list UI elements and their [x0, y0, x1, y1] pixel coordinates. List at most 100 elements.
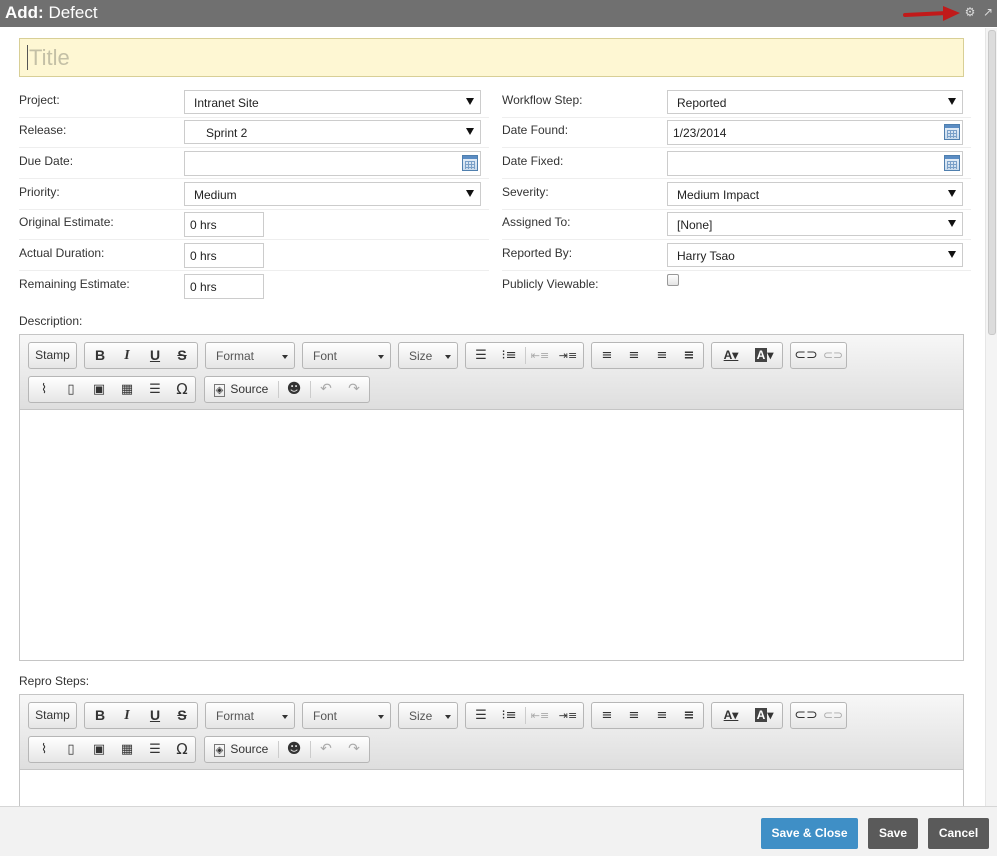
- source-label: Source: [230, 382, 269, 396]
- strike-button[interactable]: S: [169, 703, 195, 728]
- numbered-list-icon[interactable]: ☰: [468, 343, 494, 368]
- popout-arrow-icon[interactable]: ↗: [981, 5, 995, 19]
- page-icon[interactable]: ▯: [58, 737, 84, 762]
- left-select[interactable]: Intranet Site: [184, 90, 481, 114]
- description-body[interactable]: [20, 410, 963, 660]
- strike-button[interactable]: S: [169, 343, 195, 368]
- scrollbar-thumb[interactable]: [988, 30, 996, 335]
- format-dropdown[interactable]: Format: [205, 342, 295, 369]
- unlink-icon[interactable]: ⊂⊃: [820, 343, 846, 368]
- special-char-icon[interactable]: Ω: [169, 737, 195, 762]
- text-color-icon[interactable]: A▾: [716, 703, 746, 728]
- align-left-icon[interactable]: ≡: [594, 703, 620, 728]
- left-hours-input[interactable]: 0 hrs: [184, 274, 264, 299]
- image-icon[interactable]: ▣: [86, 737, 112, 762]
- description-label: Description:: [19, 314, 83, 328]
- left-hours-input[interactable]: 0 hrs: [184, 243, 264, 268]
- table-icon[interactable]: ▦: [114, 737, 140, 762]
- background-color-icon[interactable]: A ▾: [748, 703, 780, 728]
- undo-icon[interactable]: ↶: [313, 377, 339, 402]
- horizontal-rule-icon[interactable]: ☰: [142, 737, 168, 762]
- link-icon[interactable]: ⊂⊃: [793, 703, 819, 728]
- attachment-icon[interactable]: ⌇: [31, 377, 57, 402]
- right-select[interactable]: Reported: [667, 90, 963, 114]
- format-dropdown[interactable]: Format: [205, 702, 295, 729]
- size-dropdown[interactable]: Size: [398, 342, 458, 369]
- size-dropdown[interactable]: Size: [398, 702, 458, 729]
- stamp-button[interactable]: Stamp: [28, 702, 77, 729]
- align-right-icon[interactable]: ≡: [649, 703, 675, 728]
- justify-icon[interactable]: ≡: [676, 343, 702, 368]
- toolbar-separator: [525, 707, 526, 724]
- repro-steps-body[interactable]: [20, 770, 963, 806]
- image-icon[interactable]: ▣: [86, 377, 112, 402]
- font-dropdown[interactable]: Font: [302, 342, 391, 369]
- table-icon[interactable]: ▦: [114, 377, 140, 402]
- insert-group: ⌇ ▯ ▣ ▦ ☰ Ω: [28, 376, 196, 403]
- smiley-icon[interactable]: ☻: [281, 737, 307, 762]
- stamp-button[interactable]: Stamp: [28, 342, 77, 369]
- right-date-input[interactable]: 1/23/2014: [667, 120, 963, 145]
- background-color-icon[interactable]: A ▾: [748, 343, 780, 368]
- outdent-icon[interactable]: ⇤≡: [527, 343, 553, 368]
- publicly-viewable-checkbox[interactable]: [667, 274, 679, 286]
- undo-icon[interactable]: ↶: [313, 737, 339, 762]
- horizontal-rule-icon[interactable]: ☰: [142, 377, 168, 402]
- bold-button[interactable]: B: [87, 343, 113, 368]
- italic-button[interactable]: I: [114, 703, 140, 728]
- page-icon[interactable]: ▯: [58, 377, 84, 402]
- select-value: Intranet Site: [194, 96, 259, 110]
- redo-icon[interactable]: ↷: [341, 377, 367, 402]
- left-date-input[interactable]: [184, 151, 481, 176]
- italic-button[interactable]: I: [114, 343, 140, 368]
- underline-button[interactable]: U: [142, 343, 168, 368]
- smiley-icon[interactable]: ☻: [281, 377, 307, 402]
- justify-icon[interactable]: ≡: [676, 703, 702, 728]
- left-hours-input[interactable]: 0 hrs: [184, 212, 264, 237]
- right-select[interactable]: Medium Impact: [667, 182, 963, 206]
- bold-button[interactable]: B: [87, 703, 113, 728]
- chevron-down-icon: [378, 355, 384, 359]
- vertical-scrollbar[interactable]: [985, 28, 997, 806]
- bulleted-list-icon[interactable]: ⁝≡: [496, 343, 522, 368]
- underline-button[interactable]: U: [142, 703, 168, 728]
- left-select[interactable]: Sprint 2: [184, 120, 481, 144]
- calendar-icon[interactable]: [944, 155, 960, 171]
- outdent-icon[interactable]: ⇤≡: [527, 703, 553, 728]
- attachment-icon[interactable]: ⌇: [31, 737, 57, 762]
- gear-icon[interactable]: ⚙: [963, 5, 977, 19]
- row-divider: [19, 239, 489, 240]
- title-input[interactable]: Title: [19, 38, 964, 77]
- align-center-icon[interactable]: ≡: [621, 343, 647, 368]
- repro-steps-label: Repro Steps:: [19, 674, 90, 688]
- right-date-input[interactable]: [667, 151, 963, 176]
- right-field-label: Date Fixed:: [502, 154, 564, 168]
- calendar-icon[interactable]: [462, 155, 478, 171]
- indent-icon[interactable]: ⇥≡: [555, 343, 581, 368]
- redo-icon[interactable]: ↷: [341, 737, 367, 762]
- align-right-icon[interactable]: ≡: [649, 343, 675, 368]
- source-button[interactable]: ◈ Source: [207, 377, 275, 402]
- right-select[interactable]: [None]: [667, 212, 963, 236]
- text-color-icon[interactable]: A▾: [716, 343, 746, 368]
- right-select[interactable]: Harry Tsao: [667, 243, 963, 267]
- numbered-list-icon[interactable]: ☰: [468, 703, 494, 728]
- form-scroll-area[interactable]: Title Project: Intranet Site Release: Sprin…: [0, 27, 997, 806]
- calendar-icon[interactable]: [944, 124, 960, 140]
- indent-icon[interactable]: ⇥≡: [555, 703, 581, 728]
- align-center-icon[interactable]: ≡: [621, 703, 647, 728]
- source-button[interactable]: ◈ Source: [207, 737, 275, 762]
- unlink-icon[interactable]: ⊂⊃: [820, 703, 846, 728]
- font-dropdown[interactable]: Font: [302, 702, 391, 729]
- special-char-icon[interactable]: Ω: [169, 377, 195, 402]
- chevron-down-icon: [445, 715, 451, 719]
- cancel-button[interactable]: Cancel: [928, 818, 989, 849]
- bulleted-list-icon[interactable]: ⁝≡: [496, 703, 522, 728]
- repro-steps-editor: Stamp B I U S Format Font Size ☰ ⁝≡ ⇤≡ ⇥…: [19, 694, 964, 806]
- link-icon[interactable]: ⊂⊃: [793, 343, 819, 368]
- align-left-icon[interactable]: ≡: [594, 343, 620, 368]
- save-close-button[interactable]: Save & Close: [761, 818, 858, 849]
- left-select[interactable]: Medium: [184, 182, 481, 206]
- source-group: ◈ Source ☻ ↶ ↷: [204, 376, 370, 403]
- save-button[interactable]: Save: [868, 818, 918, 849]
